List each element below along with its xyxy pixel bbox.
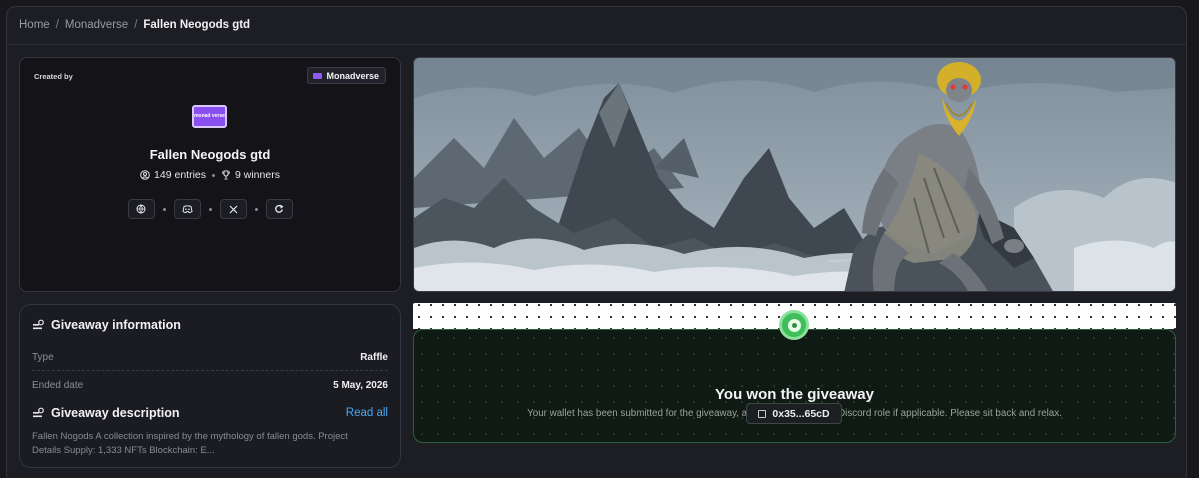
link-button[interactable] bbox=[265, 199, 293, 219]
description-heading-text: Giveaway description bbox=[51, 406, 180, 420]
result-title: You won the giveaway bbox=[715, 386, 874, 403]
creator-badge[interactable]: Monadverse bbox=[307, 67, 386, 84]
giveaway-description-heading: Giveaway description bbox=[32, 406, 180, 420]
entries-count: 149 entries bbox=[154, 169, 206, 181]
trophy-icon bbox=[222, 170, 230, 180]
breadcrumb-monadverse[interactable]: Monadverse bbox=[65, 19, 128, 31]
entries-stat: 149 entries bbox=[140, 169, 206, 181]
description-text: Fallen Nogods A collection inspired by t… bbox=[32, 431, 348, 456]
monadverse-logo-icon bbox=[313, 72, 323, 79]
header-divider bbox=[7, 44, 1186, 45]
info-row-ended: Ended date 5 May, 2026 bbox=[32, 380, 388, 391]
page-frame: Home / Monadverse / Fallen Neogods gtd C… bbox=[6, 6, 1187, 478]
project-title: Fallen Neogods gtd bbox=[149, 147, 271, 162]
breadcrumb-home[interactable]: Home bbox=[19, 19, 50, 31]
social-separator bbox=[254, 207, 258, 211]
project-avatar: monad verse bbox=[192, 105, 227, 128]
globe-icon bbox=[136, 204, 146, 214]
fallen-god-illustration bbox=[414, 58, 1175, 291]
discord-icon bbox=[181, 204, 193, 213]
user-icon bbox=[140, 170, 150, 180]
read-all-link[interactable]: Read all bbox=[346, 407, 388, 419]
type-label: Type bbox=[32, 352, 54, 363]
breadcrumb-separator: / bbox=[134, 19, 138, 31]
creator-card: Created by Monadverse monad verse Fallen… bbox=[19, 57, 401, 292]
ended-date-label: Ended date bbox=[32, 380, 84, 391]
avatar-text: monad verse bbox=[194, 113, 225, 119]
wallet-address: 0x35...65cD bbox=[772, 407, 830, 420]
giveaway-info-card: Giveaway information Type Raffle Ended d… bbox=[19, 304, 401, 468]
wallet-icon bbox=[758, 409, 767, 418]
creator-name: Monadverse bbox=[326, 70, 379, 81]
success-icon-core bbox=[791, 322, 797, 328]
website-button[interactable] bbox=[127, 199, 155, 219]
winner-card: You won the giveaway Your wallet has bee… bbox=[413, 329, 1176, 443]
type-value: Raffle bbox=[360, 352, 388, 363]
breadcrumb-separator: / bbox=[55, 19, 59, 31]
x-icon bbox=[229, 205, 237, 213]
info-heading-text: Giveaway information bbox=[51, 318, 181, 332]
created-by-label: Created by bbox=[34, 72, 73, 81]
refresh-link-icon bbox=[275, 204, 284, 213]
social-separator bbox=[208, 207, 212, 211]
info-list-icon bbox=[33, 319, 44, 330]
winners-count: 9 winners bbox=[235, 169, 280, 181]
success-check-icon bbox=[779, 310, 809, 340]
project-stats: 149 entries 9 winners bbox=[20, 169, 400, 181]
wallet-address-pill[interactable]: 0x35...65cD bbox=[746, 403, 842, 424]
row-divider bbox=[32, 370, 388, 371]
winners-stat: 9 winners bbox=[221, 169, 280, 181]
social-separator bbox=[162, 207, 166, 211]
discord-button[interactable] bbox=[173, 199, 201, 219]
x-button[interactable] bbox=[219, 199, 247, 219]
breadcrumb-current: Fallen Neogods gtd bbox=[143, 19, 251, 31]
info-row-type: Type Raffle bbox=[32, 352, 388, 363]
breadcrumb: Home / Monadverse / Fallen Neogods gtd bbox=[19, 19, 250, 31]
success-icon-inner bbox=[787, 318, 801, 332]
stat-separator bbox=[212, 173, 215, 177]
result-section: You won the giveaway Your wallet has bee… bbox=[413, 303, 1176, 445]
social-links bbox=[20, 199, 400, 219]
description-list-icon bbox=[33, 407, 44, 418]
project-banner-image bbox=[413, 57, 1176, 292]
ended-date-value: 5 May, 2026 bbox=[333, 380, 388, 391]
giveaway-info-heading: Giveaway information bbox=[32, 318, 181, 332]
